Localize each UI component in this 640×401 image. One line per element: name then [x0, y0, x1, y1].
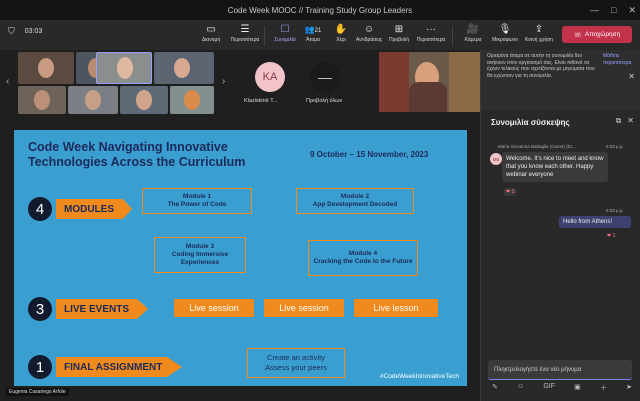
own-message-bubble[interactable]: Hello from Athens! — [559, 216, 631, 228]
slide-hashtag: #CodeWeekInnovativeTech — [379, 373, 459, 380]
author-avatar: MB — [490, 153, 502, 165]
video-tile[interactable] — [120, 86, 168, 114]
video-tile-active[interactable] — [96, 52, 152, 84]
external-notice: Ορισμένα άτομα σε αυτήν τη συνομιλία δεν… — [481, 50, 640, 110]
minimize-button[interactable]: — — [590, 0, 599, 20]
list-icon: ☰ — [240, 24, 250, 35]
window-title: Code Week MOOC // Training Study Group L… — [227, 5, 413, 15]
chevron-right-icon[interactable]: › — [222, 76, 225, 87]
participant-avatar[interactable]: ΚΑ — [255, 62, 285, 92]
modules-count: 4 — [28, 197, 52, 221]
share-screen-button[interactable]: ⇪ Κοινή χρήση — [520, 23, 558, 43]
events-count: 3 — [28, 297, 52, 321]
close-panel-icon[interactable]: ✕ — [627, 116, 634, 126]
message-bubble[interactable]: Welcome. It's nice to meet and know that… — [502, 152, 608, 182]
module-4: Module 4 Cracking the Code to the Future — [308, 240, 418, 276]
meeting-toolbar: ⛉ 03:03 ▭ Διανομή ☰ Περισσότερα ☐ Συνομιλία… — [0, 20, 640, 50]
view-all-label[interactable]: Προβολή όλων — [306, 98, 342, 104]
heart-reaction[interactable]: ❤ 3 — [503, 188, 518, 196]
notice-text: Ορισμένα άτομα σε αυτήν τη συνομιλία δεν… — [487, 53, 595, 79]
sticker-icon[interactable]: ▣ — [574, 383, 581, 393]
people-count: 21 — [314, 28, 322, 34]
compose-input[interactable]: Πληκτρολογήστε ένα νέο μήνυμα — [488, 360, 632, 380]
close-window-button[interactable]: ✕ — [628, 0, 636, 20]
people-icon: 👥 — [304, 25, 315, 34]
heart-reaction[interactable]: ❤ 1 — [604, 232, 618, 240]
close-icon[interactable]: ✕ — [628, 72, 635, 81]
assignment-count: 1 — [28, 355, 52, 379]
camera-icon: 🎥 — [466, 24, 480, 35]
presenter-video — [379, 52, 480, 112]
video-tile[interactable] — [154, 52, 214, 84]
gif-icon[interactable]: GIF — [543, 383, 555, 393]
emoji-icon[interactable]: ☺ — [517, 383, 524, 393]
more-button[interactable]: ··· Περισσότερα — [412, 23, 450, 43]
shared-slide: Code Week Navigating Innovative Technolo… — [14, 130, 467, 386]
slide-dates: 9 October – 15 November, 2023 — [310, 150, 429, 159]
window-titlebar: Code Week MOOC // Training Study Group L… — [0, 0, 640, 20]
attach-icon[interactable]: ＋ — [600, 383, 607, 393]
module-1: Module 1 The Power of Code — [142, 188, 252, 214]
popout-icon[interactable]: ⧉ — [616, 116, 622, 126]
assignment-box: Create an activity Assess your peers — [247, 348, 345, 378]
chat-title: Συνομιλία σύσκεψης — [491, 118, 570, 127]
share-tray-icon: ▭ — [206, 24, 216, 35]
mic-icon: 🎙 — [498, 24, 512, 35]
video-tile[interactable] — [68, 86, 118, 114]
leave-label: Αποχώρηση — [584, 31, 621, 38]
video-tile[interactable] — [18, 86, 66, 114]
more-icon: ··· — [426, 24, 436, 35]
shield-icon: ⛉ — [8, 26, 15, 36]
mic-button[interactable]: 🎙 Μικρόφωνο — [486, 23, 524, 43]
assignment-label: FINAL ASSIGNMENT — [56, 357, 182, 377]
message-time: 6:03 μ.μ. — [606, 144, 624, 149]
live-session-2: Live session — [264, 299, 344, 317]
message-time: 6:03 μ.μ. — [606, 208, 624, 213]
live-lesson: Live lesson — [354, 299, 438, 317]
more-content-button[interactable]: ☰ Περισσότερα — [226, 23, 264, 43]
grid-icon: ⊞ — [394, 24, 404, 35]
module-3: Module 3 Coding Immersive Experiences — [154, 237, 246, 273]
format-icon[interactable]: ✎ — [492, 383, 498, 393]
participant-name: Klaziskinë T... — [244, 98, 278, 104]
live-session-1: Live session — [174, 299, 254, 317]
presenter-name: Eugenia Casariego Arfole — [6, 388, 69, 396]
view-all-avatar[interactable]: — — [310, 62, 340, 92]
meeting-timer: 03:03 — [24, 28, 43, 35]
chat-icon: ☐ — [280, 24, 290, 35]
video-tile[interactable] — [170, 86, 214, 114]
learn-more-link[interactable]: Μάθετε περισσότερα — [603, 53, 633, 66]
chevron-left-icon[interactable]: ‹ — [6, 76, 9, 87]
smiley-icon: ☺ — [363, 24, 375, 35]
maximize-button[interactable]: □ — [611, 0, 616, 20]
modules-label: MODULES — [56, 199, 132, 219]
slide-title: Code Week Navigating Innovative Technolo… — [28, 140, 246, 169]
events-label: LIVE EVENTS — [56, 299, 148, 319]
phone-hangup-icon: ☏ — [573, 31, 582, 39]
send-icon[interactable]: ➤ — [626, 383, 632, 393]
message-author: Maria Giovanna Battaglia (Guest) (Ετ... — [498, 144, 577, 149]
share-screen-icon: ⇪ — [534, 24, 544, 35]
share-tray-button[interactable]: ▭ Διανομή — [192, 23, 230, 43]
module-2: Module 2 App Development Decoded — [296, 188, 414, 214]
video-tile[interactable] — [18, 52, 74, 84]
leave-button[interactable]: ☏ Αποχώρηση — [562, 26, 632, 43]
hand-icon: ✋ — [334, 24, 348, 35]
